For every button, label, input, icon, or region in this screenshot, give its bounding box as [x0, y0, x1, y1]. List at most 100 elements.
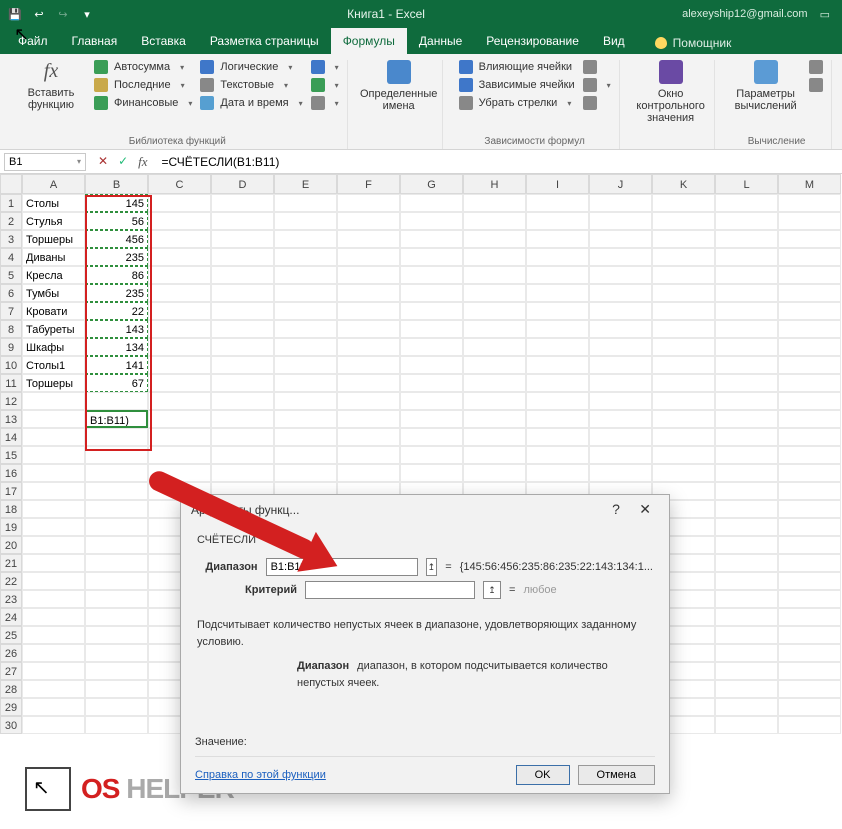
cell[interactable]: [148, 230, 211, 248]
cell[interactable]: [778, 194, 841, 212]
column-header[interactable]: G: [400, 174, 463, 194]
row-header[interactable]: 11: [0, 374, 22, 392]
row-header[interactable]: 18: [0, 500, 22, 518]
cell[interactable]: [463, 338, 526, 356]
cell[interactable]: [652, 374, 715, 392]
cell[interactable]: [337, 356, 400, 374]
cancel-button[interactable]: Отмена: [578, 765, 655, 785]
column-header[interactable]: E: [274, 174, 337, 194]
cell[interactable]: [526, 428, 589, 446]
cell[interactable]: [400, 230, 463, 248]
column-header[interactable]: H: [463, 174, 526, 194]
cell[interactable]: B1:B11): [85, 410, 148, 428]
cell[interactable]: [778, 410, 841, 428]
cell[interactable]: [778, 284, 841, 302]
cell[interactable]: [337, 248, 400, 266]
tab-layout[interactable]: Разметка страницы: [198, 28, 331, 54]
cell[interactable]: [589, 338, 652, 356]
cell[interactable]: [148, 194, 211, 212]
cell[interactable]: [715, 662, 778, 680]
cell[interactable]: [778, 482, 841, 500]
cell[interactable]: [85, 698, 148, 716]
cell[interactable]: [715, 374, 778, 392]
cell[interactable]: [715, 212, 778, 230]
cell[interactable]: Столы1: [22, 356, 85, 374]
cell[interactable]: [778, 716, 841, 734]
cell[interactable]: [715, 554, 778, 572]
cell[interactable]: [274, 248, 337, 266]
cell[interactable]: [715, 464, 778, 482]
cell[interactable]: [652, 392, 715, 410]
cell[interactable]: [22, 500, 85, 518]
row-header[interactable]: 28: [0, 680, 22, 698]
cell[interactable]: [148, 338, 211, 356]
range-select-icon[interactable]: ↥: [426, 558, 438, 576]
cell[interactable]: [211, 302, 274, 320]
cell[interactable]: [337, 464, 400, 482]
cell[interactable]: Торшеры: [22, 230, 85, 248]
cell[interactable]: [274, 410, 337, 428]
cell[interactable]: [400, 302, 463, 320]
cell[interactable]: [148, 266, 211, 284]
cell[interactable]: [85, 608, 148, 626]
cell[interactable]: [652, 410, 715, 428]
cell[interactable]: [337, 212, 400, 230]
row-header[interactable]: 9: [0, 338, 22, 356]
cell[interactable]: [400, 356, 463, 374]
row-header[interactable]: 14: [0, 428, 22, 446]
cell[interactable]: [85, 392, 148, 410]
cell[interactable]: [85, 590, 148, 608]
cell[interactable]: [337, 194, 400, 212]
cell[interactable]: [400, 374, 463, 392]
cell[interactable]: [526, 230, 589, 248]
cell[interactable]: [778, 392, 841, 410]
cell[interactable]: [463, 374, 526, 392]
tab-home[interactable]: Главная: [60, 28, 130, 54]
cell[interactable]: [400, 446, 463, 464]
recent-button[interactable]: Последние: [94, 78, 192, 92]
cell[interactable]: [211, 356, 274, 374]
cell[interactable]: [463, 194, 526, 212]
cell[interactable]: [211, 428, 274, 446]
cell[interactable]: [400, 428, 463, 446]
cell[interactable]: [400, 338, 463, 356]
cell[interactable]: [652, 248, 715, 266]
cell[interactable]: [274, 284, 337, 302]
cell[interactable]: [463, 266, 526, 284]
tell-me[interactable]: Помощник: [647, 32, 740, 54]
cell[interactable]: [652, 428, 715, 446]
cell[interactable]: [148, 464, 211, 482]
cell[interactable]: [778, 518, 841, 536]
row-header[interactable]: 6: [0, 284, 22, 302]
cell[interactable]: [589, 302, 652, 320]
cell[interactable]: [526, 320, 589, 338]
logical-button[interactable]: Логические: [200, 60, 302, 74]
cell[interactable]: [715, 284, 778, 302]
cell[interactable]: [400, 392, 463, 410]
cell[interactable]: [715, 536, 778, 554]
cell[interactable]: [274, 320, 337, 338]
calc-now-button[interactable]: [809, 60, 823, 74]
error-check-button[interactable]: [583, 78, 611, 92]
cell[interactable]: [274, 266, 337, 284]
cell[interactable]: [337, 392, 400, 410]
tab-formulas[interactable]: Формулы: [331, 28, 407, 54]
cell[interactable]: [778, 554, 841, 572]
cell[interactable]: [526, 266, 589, 284]
cell[interactable]: [274, 374, 337, 392]
cell[interactable]: 86: [85, 266, 148, 284]
select-all-corner[interactable]: [0, 174, 22, 194]
cell[interactable]: [400, 284, 463, 302]
row-header[interactable]: 27: [0, 662, 22, 680]
cell[interactable]: [589, 284, 652, 302]
row-header[interactable]: 10: [0, 356, 22, 374]
column-header[interactable]: I: [526, 174, 589, 194]
qat-dropdown-icon[interactable]: ▾: [80, 7, 94, 21]
cell[interactable]: [85, 536, 148, 554]
cell[interactable]: [778, 356, 841, 374]
cell[interactable]: [778, 338, 841, 356]
datetime-button[interactable]: Дата и время: [200, 96, 302, 110]
cell[interactable]: [211, 338, 274, 356]
column-header[interactable]: A: [22, 174, 85, 194]
cell[interactable]: [274, 212, 337, 230]
